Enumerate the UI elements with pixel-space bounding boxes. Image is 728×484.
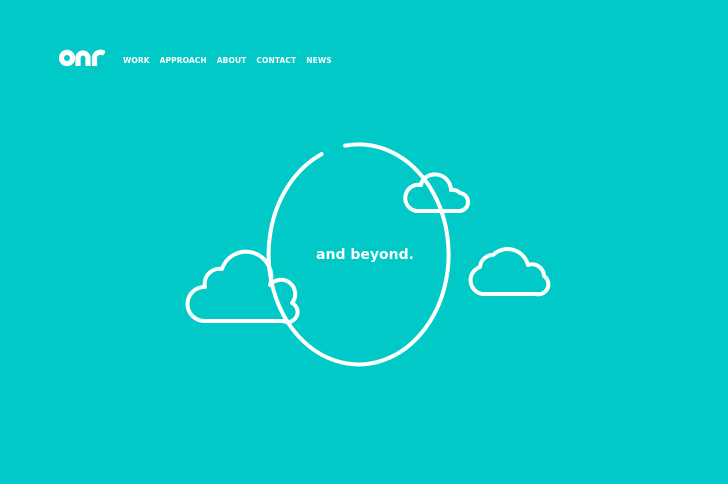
hero-section: and beyond.	[0, 0, 728, 484]
hero-tagline: and beyond.	[316, 247, 414, 263]
cloud-icon	[468, 247, 551, 297]
cloud-icon	[403, 172, 470, 214]
hero-illustration	[185, 142, 551, 367]
